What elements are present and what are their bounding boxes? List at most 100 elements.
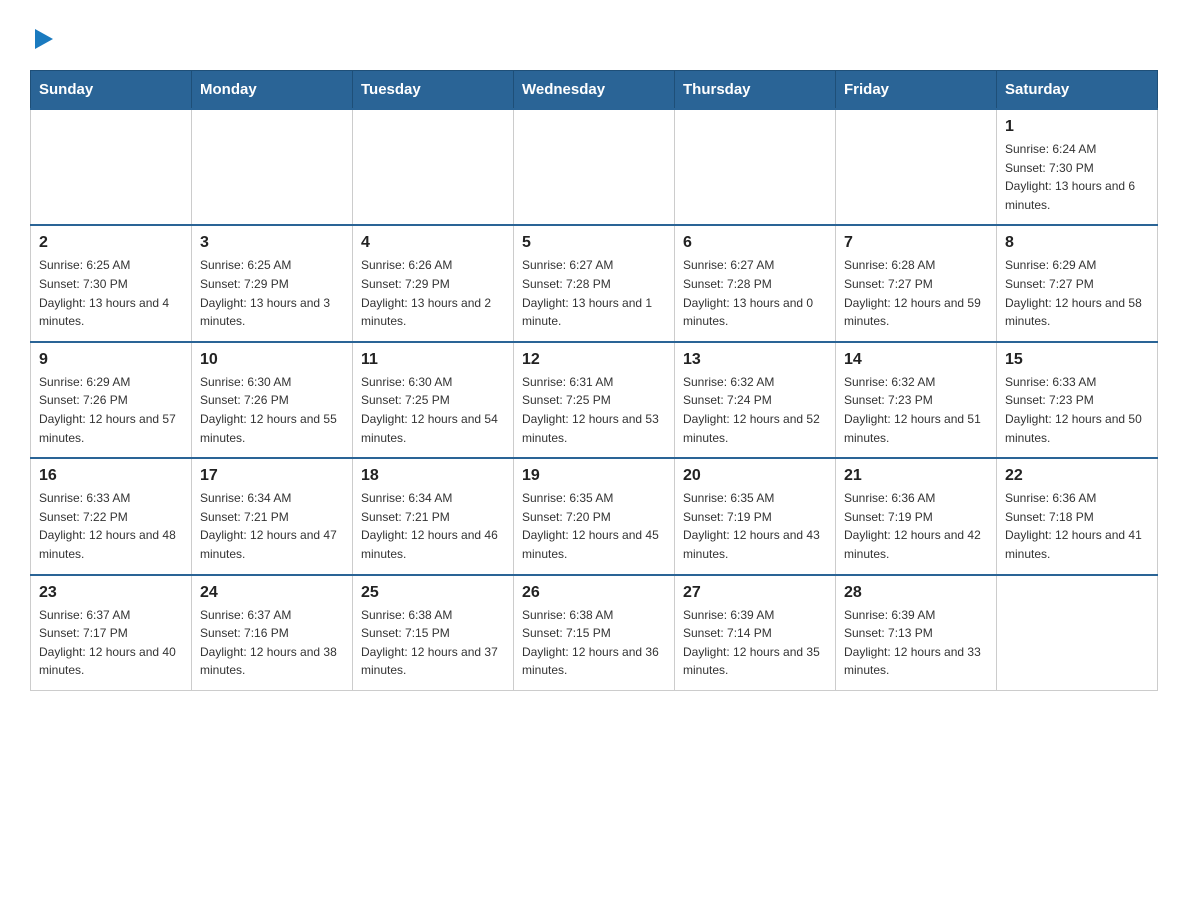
day-number: 4 [361,234,505,252]
day-info: Sunrise: 6:34 AM Sunset: 7:21 PM Dayligh… [361,489,505,563]
calendar-day-cell: 22 Sunrise: 6:36 AM Sunset: 7:18 PM Dayli… [997,458,1158,574]
day-info: Sunrise: 6:33 AM Sunset: 7:22 PM Dayligh… [39,489,183,563]
calendar-day-cell [836,109,997,225]
calendar-day-header: Friday [836,71,997,110]
day-number: 1 [1005,118,1149,136]
calendar-day-cell: 7Sunrise: 6:28 AM Sunset: 7:27 PM Daylig… [836,225,997,341]
logo-triangle-icon [35,29,53,49]
calendar-day-cell: 6 Sunrise: 6:27 AM Sunset: 7:28 PM Daylig… [675,225,836,341]
day-info: Sunrise: 6:36 AM Sunset: 7:19 PM Dayligh… [844,489,988,563]
calendar-day-cell [675,109,836,225]
day-number: 23 [39,584,183,602]
calendar-day-cell: 25Sunrise: 6:38 AM Sunset: 7:15 PM Dayli… [353,575,514,691]
calendar-day-cell: 16 Sunrise: 6:33 AM Sunset: 7:22 PM Dayli… [31,458,192,574]
calendar-day-cell: 13 Sunrise: 6:32 AM Sunset: 7:24 PM Dayli… [675,342,836,458]
calendar-day-cell: 18 Sunrise: 6:34 AM Sunset: 7:21 PM Dayli… [353,458,514,574]
calendar-day-cell: 2 Sunrise: 6:25 AM Sunset: 7:30 PM Daylig… [31,225,192,341]
day-number: 16 [39,467,183,485]
day-info: Sunrise: 6:24 AM Sunset: 7:30 PM Dayligh… [1005,140,1149,214]
day-number: 2 [39,234,183,252]
day-info: Sunrise: 6:34 AM Sunset: 7:21 PM Dayligh… [200,489,344,563]
day-number: 26 [522,584,666,602]
calendar-table: SundayMondayTuesdayWednesdayThursdayFrid… [30,70,1158,691]
day-info: Sunrise: 6:36 AM Sunset: 7:18 PM Dayligh… [1005,489,1149,563]
calendar-week-row: 1 Sunrise: 6:24 AM Sunset: 7:30 PM Daylig… [31,109,1158,225]
day-number: 13 [683,351,827,369]
day-number: 10 [200,351,344,369]
calendar-week-row: 9 Sunrise: 6:29 AM Sunset: 7:26 PM Daylig… [31,342,1158,458]
calendar-day-cell: 14 Sunrise: 6:32 AM Sunset: 7:23 PM Dayli… [836,342,997,458]
calendar-day-cell: 3 Sunrise: 6:25 AM Sunset: 7:29 PM Daylig… [192,225,353,341]
day-info: Sunrise: 6:32 AM Sunset: 7:23 PM Dayligh… [844,373,988,447]
calendar-week-row: 2 Sunrise: 6:25 AM Sunset: 7:30 PM Daylig… [31,225,1158,341]
calendar-day-cell: 1 Sunrise: 6:24 AM Sunset: 7:30 PM Daylig… [997,109,1158,225]
day-number: 6 [683,234,827,252]
calendar-day-header: Saturday [997,71,1158,110]
day-info: Sunrise: 6:37 AM Sunset: 7:17 PM Dayligh… [39,606,183,680]
calendar-day-cell: 11 Sunrise: 6:30 AM Sunset: 7:25 PM Dayli… [353,342,514,458]
day-info: Sunrise: 6:30 AM Sunset: 7:26 PM Dayligh… [200,373,344,447]
day-number: 5 [522,234,666,252]
calendar-day-cell: 4 Sunrise: 6:26 AM Sunset: 7:29 PM Daylig… [353,225,514,341]
calendar-day-cell: 27 Sunrise: 6:39 AM Sunset: 7:14 PM Dayli… [675,575,836,691]
day-number: 9 [39,351,183,369]
day-number: 19 [522,467,666,485]
day-number: 25 [361,584,505,602]
calendar-day-cell: 23 Sunrise: 6:37 AM Sunset: 7:17 PM Dayli… [31,575,192,691]
day-info: Sunrise: 6:39 AM Sunset: 7:14 PM Dayligh… [683,606,827,680]
day-number: 21 [844,467,988,485]
day-info: Sunrise: 6:26 AM Sunset: 7:29 PM Dayligh… [361,256,505,330]
day-info: Sunrise: 6:28 AM Sunset: 7:27 PM Dayligh… [844,256,988,330]
day-number: 20 [683,467,827,485]
calendar-day-cell: 10 Sunrise: 6:30 AM Sunset: 7:26 PM Dayli… [192,342,353,458]
calendar-day-header: Thursday [675,71,836,110]
calendar-day-cell: 17 Sunrise: 6:34 AM Sunset: 7:21 PM Dayli… [192,458,353,574]
calendar-day-cell: 24Sunrise: 6:37 AM Sunset: 7:16 PM Dayli… [192,575,353,691]
day-info: Sunrise: 6:25 AM Sunset: 7:29 PM Dayligh… [200,256,344,330]
calendar-day-header: Sunday [31,71,192,110]
day-info: Sunrise: 6:31 AM Sunset: 7:25 PM Dayligh… [522,373,666,447]
day-info: Sunrise: 6:29 AM Sunset: 7:27 PM Dayligh… [1005,256,1149,330]
day-number: 3 [200,234,344,252]
calendar-day-header: Tuesday [353,71,514,110]
calendar-day-cell [997,575,1158,691]
calendar-day-cell: 9 Sunrise: 6:29 AM Sunset: 7:26 PM Daylig… [31,342,192,458]
calendar-day-header: Wednesday [514,71,675,110]
day-number: 12 [522,351,666,369]
calendar-day-cell [514,109,675,225]
day-info: Sunrise: 6:27 AM Sunset: 7:28 PM Dayligh… [683,256,827,330]
day-number: 17 [200,467,344,485]
day-info: Sunrise: 6:38 AM Sunset: 7:15 PM Dayligh… [522,606,666,680]
day-number: 11 [361,351,505,369]
day-info: Sunrise: 6:35 AM Sunset: 7:19 PM Dayligh… [683,489,827,563]
calendar-day-cell: 19Sunrise: 6:35 AM Sunset: 7:20 PM Dayli… [514,458,675,574]
day-number: 18 [361,467,505,485]
calendar-day-header: Monday [192,71,353,110]
day-info: Sunrise: 6:25 AM Sunset: 7:30 PM Dayligh… [39,256,183,330]
calendar-day-cell: 28 Sunrise: 6:39 AM Sunset: 7:13 PM Dayli… [836,575,997,691]
logo [30,20,54,50]
calendar-day-cell: 8 Sunrise: 6:29 AM Sunset: 7:27 PM Daylig… [997,225,1158,341]
day-info: Sunrise: 6:27 AM Sunset: 7:28 PM Dayligh… [522,256,666,330]
day-info: Sunrise: 6:39 AM Sunset: 7:13 PM Dayligh… [844,606,988,680]
logo-blue-text [30,30,54,50]
calendar-week-row: 23 Sunrise: 6:37 AM Sunset: 7:17 PM Dayli… [31,575,1158,691]
day-info: Sunrise: 6:32 AM Sunset: 7:24 PM Dayligh… [683,373,827,447]
day-number: 15 [1005,351,1149,369]
calendar-day-cell: 15 Sunrise: 6:33 AM Sunset: 7:23 PM Dayli… [997,342,1158,458]
day-number: 8 [1005,234,1149,252]
day-info: Sunrise: 6:30 AM Sunset: 7:25 PM Dayligh… [361,373,505,447]
calendar-day-cell: 21 Sunrise: 6:36 AM Sunset: 7:19 PM Dayli… [836,458,997,574]
day-number: 27 [683,584,827,602]
page-header [30,20,1158,50]
day-number: 14 [844,351,988,369]
day-number: 24 [200,584,344,602]
calendar-day-cell: 5 Sunrise: 6:27 AM Sunset: 7:28 PM Daylig… [514,225,675,341]
day-info: Sunrise: 6:33 AM Sunset: 7:23 PM Dayligh… [1005,373,1149,447]
calendar-header-row: SundayMondayTuesdayWednesdayThursdayFrid… [31,71,1158,110]
calendar-day-cell: 26 Sunrise: 6:38 AM Sunset: 7:15 PM Dayli… [514,575,675,691]
day-number: 22 [1005,467,1149,485]
day-number: 28 [844,584,988,602]
day-info: Sunrise: 6:29 AM Sunset: 7:26 PM Dayligh… [39,373,183,447]
calendar-day-cell [31,109,192,225]
